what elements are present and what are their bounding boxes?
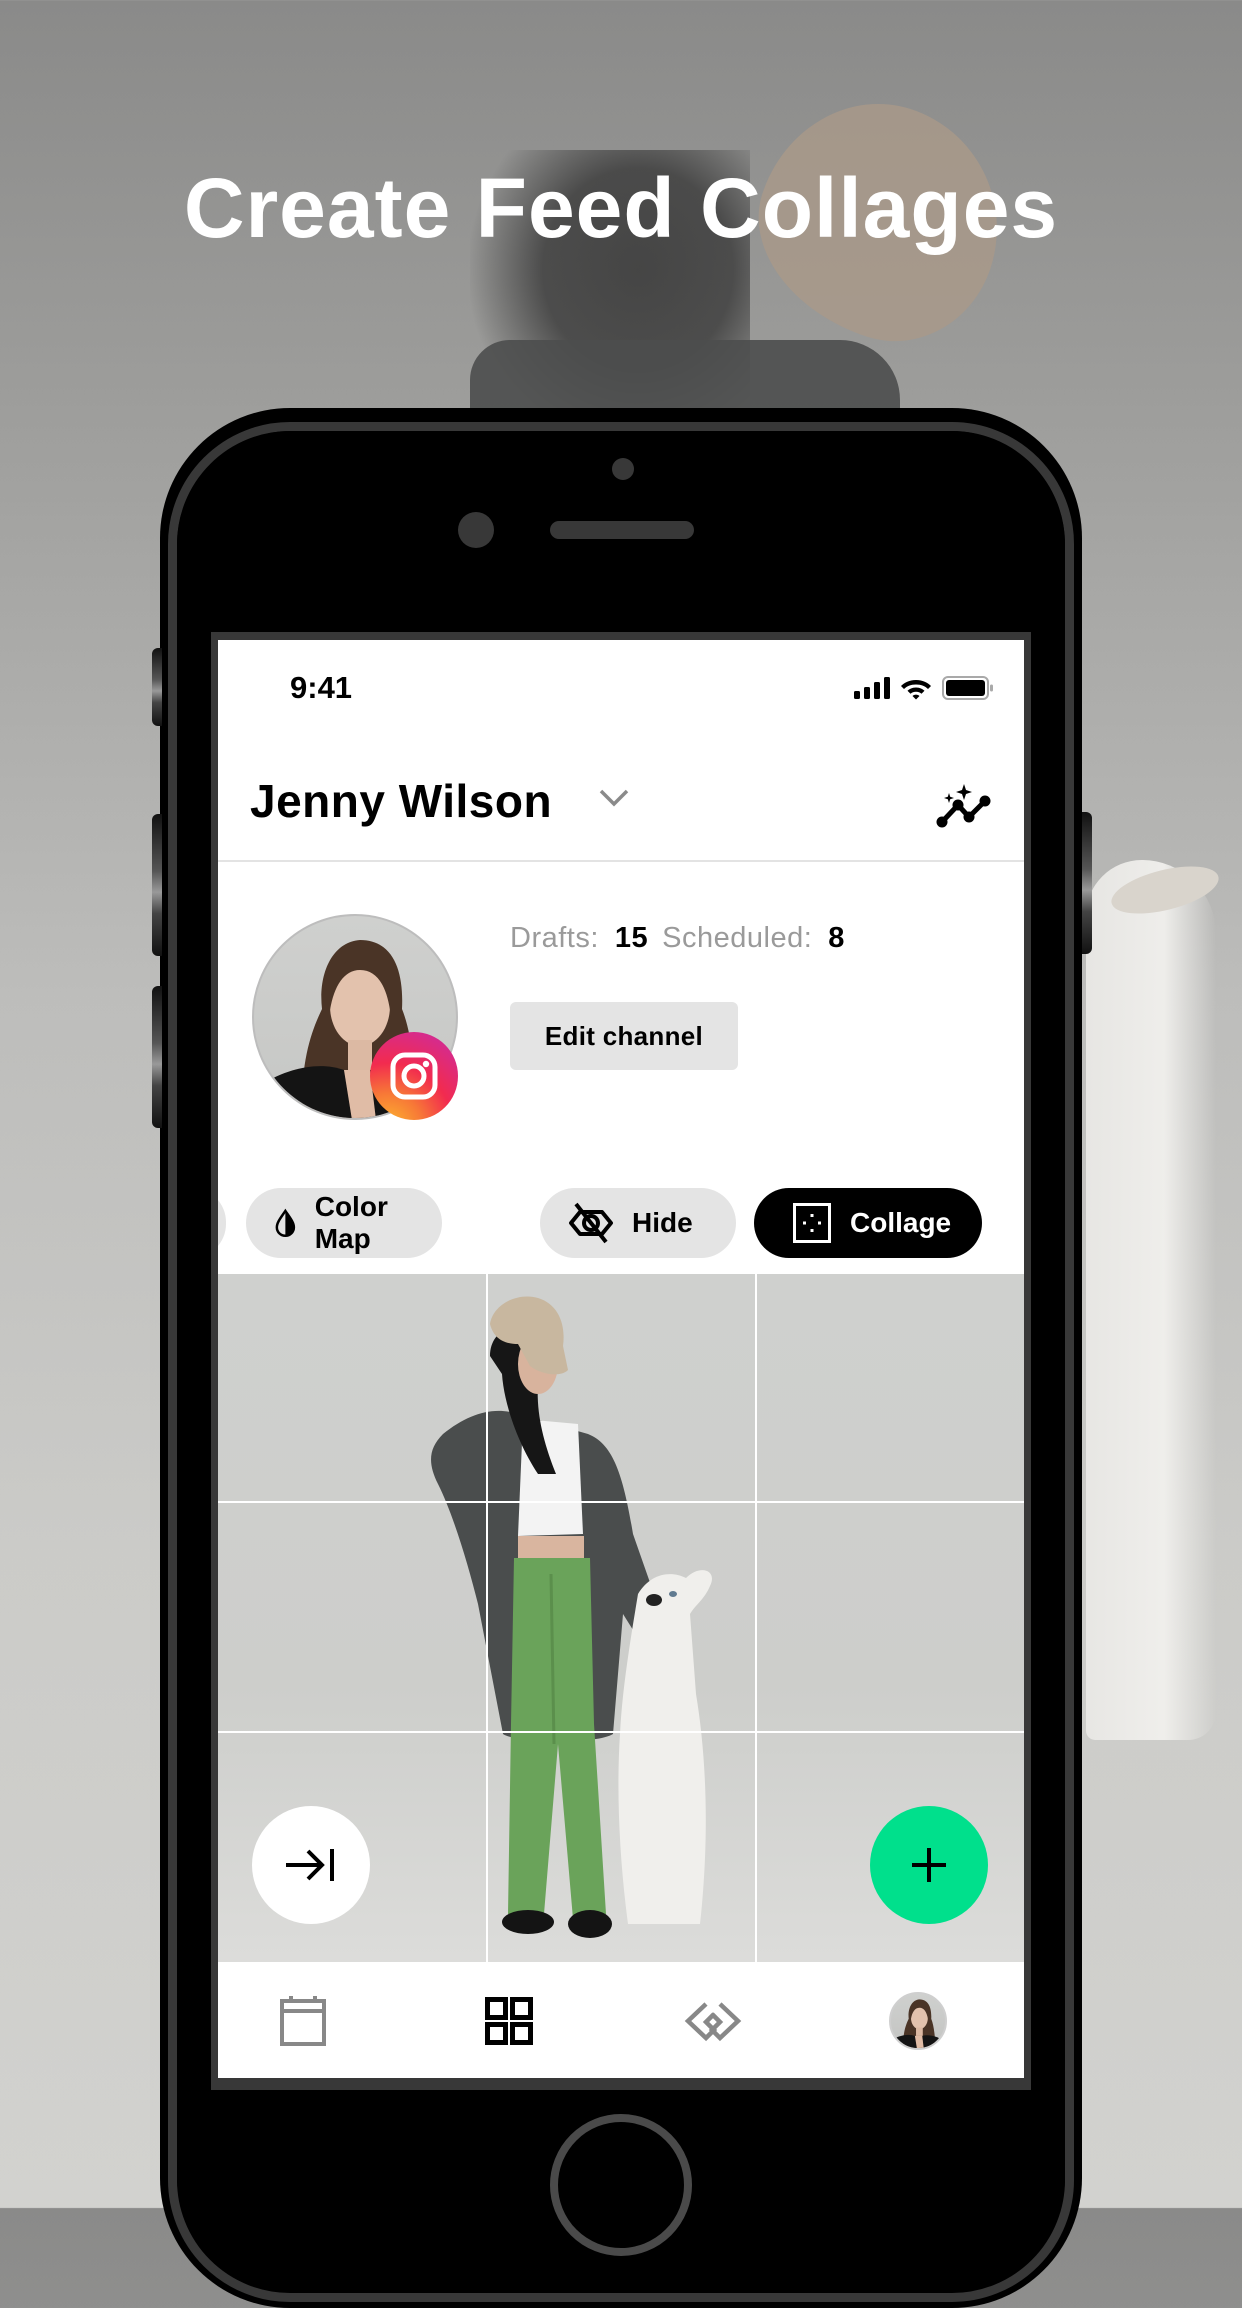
wifi-icon [901, 680, 931, 700]
chip-hide[interactable]: Hide [540, 1188, 736, 1258]
drafts-count: 15 [614, 922, 649, 954]
instagram-icon [390, 1052, 438, 1100]
grid-cell[interactable] [488, 1733, 755, 1962]
instagram-badge [370, 1032, 458, 1120]
chip-color-map-label: Color Map [314, 1191, 388, 1254]
arrow-to-end-icon [286, 1849, 334, 1881]
grid-cell[interactable] [218, 1503, 486, 1731]
sparkle-chart-icon[interactable] [936, 780, 996, 830]
status-icons [854, 676, 994, 700]
status-time: 9:41 [290, 670, 353, 705]
skip-to-end-button[interactable] [252, 1806, 370, 1924]
grid-icon [485, 1997, 533, 2045]
chip-collage-label: Collage [850, 1207, 952, 1238]
earpiece-speaker [550, 521, 694, 539]
color-drop-icon [275, 1208, 296, 1238]
chevron-down-icon[interactable] [598, 788, 630, 808]
grid-cell[interactable] [757, 1274, 1024, 1501]
power-button [1082, 812, 1092, 954]
tab-calendar[interactable] [268, 1986, 338, 2056]
tab-grid[interactable] [474, 1986, 544, 2056]
grid-cell[interactable] [488, 1503, 755, 1731]
plus-icon [912, 1848, 946, 1882]
channel-stats: Drafts: 15 Scheduled: 8 [510, 922, 845, 955]
promo-headline: Create Feed Collages [183, 161, 1059, 255]
battery-icon [942, 676, 993, 700]
grid-cell[interactable] [488, 1274, 755, 1501]
tab-bar [218, 1962, 1024, 2078]
account-name[interactable]: Jenny Wilson [250, 774, 552, 828]
scheduled-count: 8 [828, 922, 845, 954]
chip-color-map[interactable]: Color Map [246, 1188, 442, 1258]
avatar [889, 1992, 947, 2050]
app-screen: 9:41 Jenny Wilson Drafts: 15 Scheduled: … [218, 640, 1024, 2078]
background-photo-dog [1086, 860, 1216, 1740]
mute-switch [152, 648, 162, 726]
cellular-signal-icon [854, 677, 890, 699]
tab-profile[interactable] [883, 1986, 953, 2056]
chip-hide-label: Hide [632, 1207, 693, 1238]
calendar-icon [280, 1996, 326, 2046]
home-button [550, 2114, 692, 2256]
grid-cell[interactable] [757, 1503, 1024, 1731]
header-divider [218, 860, 1024, 862]
scheduled-label: Scheduled: [662, 922, 813, 954]
proximity-sensor [612, 458, 634, 480]
eye-off-icon [569, 1202, 613, 1244]
add-post-button[interactable] [870, 1806, 988, 1924]
profile-avatar-wrap [252, 914, 458, 1120]
drafts-label: Drafts: [510, 922, 599, 954]
edit-channel-button[interactable]: Edit channel [510, 1002, 738, 1070]
chip-hidden-previous[interactable] [218, 1188, 226, 1258]
volume-down-button [152, 986, 162, 1128]
chip-collage[interactable]: Collage [754, 1188, 982, 1258]
avatar-portrait [891, 1999, 945, 2048]
grid-cell[interactable] [218, 1274, 486, 1501]
tab-links[interactable] [678, 1986, 748, 2056]
volume-up-button [152, 814, 162, 956]
front-camera [458, 512, 494, 548]
collage-frame-icon [793, 1203, 831, 1243]
link-diamond-icon [684, 2002, 742, 2042]
